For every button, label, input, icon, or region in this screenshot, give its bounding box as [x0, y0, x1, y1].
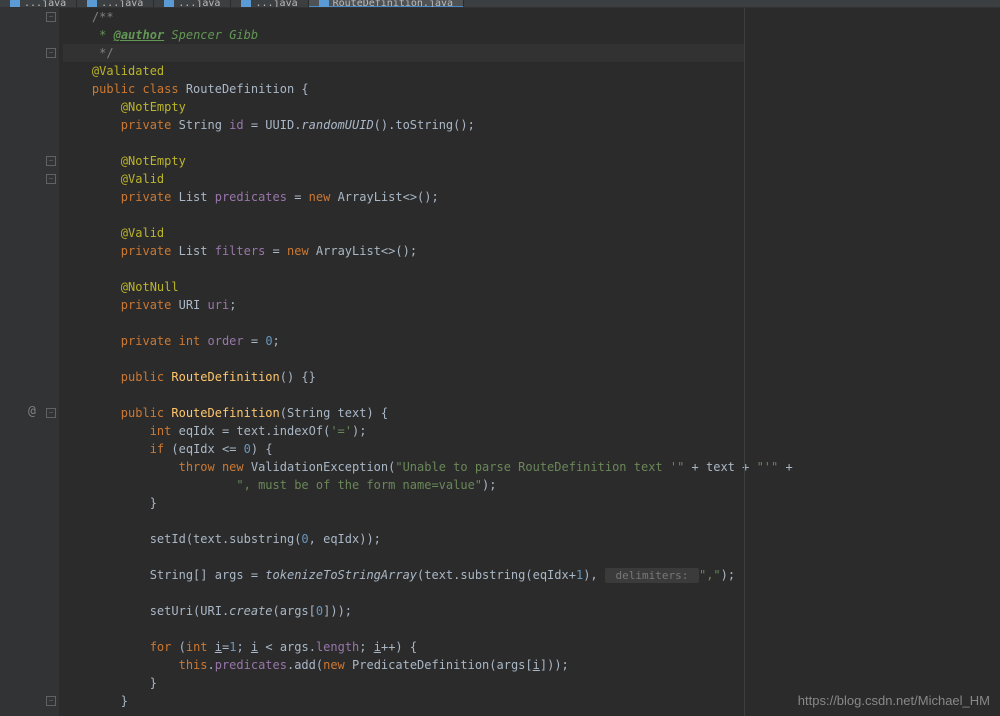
line-gutter — [0, 8, 45, 716]
code-line[interactable] — [63, 620, 744, 638]
code-line[interactable] — [63, 134, 744, 152]
code-line[interactable]: private List predicates = new ArrayList<… — [63, 188, 744, 206]
code-line[interactable]: } — [63, 494, 744, 512]
code-line[interactable]: this.predicates.add(new PredicateDefinit… — [63, 656, 744, 674]
tab-file[interactable]: ...java — [154, 0, 231, 7]
fold-toggle-icon[interactable]: − — [46, 12, 56, 22]
code-line[interactable] — [63, 548, 744, 566]
code-line[interactable] — [63, 350, 744, 368]
code-line[interactable]: * @author Spencer Gibb — [63, 26, 744, 44]
code-line[interactable]: setUri(URI.create(args[0])); — [63, 602, 744, 620]
code-line[interactable]: public RouteDefinition(String text) { — [63, 404, 744, 422]
right-margin-line — [744, 8, 745, 716]
code-line[interactable]: private List filters = new ArrayList<>()… — [63, 242, 744, 260]
tab-file[interactable]: ...java — [0, 0, 77, 7]
code-line[interactable] — [63, 386, 744, 404]
code-line[interactable] — [63, 584, 744, 602]
code-line[interactable]: if (eqIdx <= 0) { — [63, 440, 744, 458]
code-line[interactable]: /** — [63, 8, 744, 26]
code-editor[interactable]: − − − − − − /** * @author Spencer Gibb */ @Va… — [0, 8, 1000, 716]
code-line[interactable]: @NotEmpty — [63, 152, 744, 170]
code-line[interactable]: setId(text.substring(0, eqIdx)); — [63, 530, 744, 548]
java-icon — [164, 0, 174, 8]
code-line[interactable]: private int order = 0; — [63, 332, 744, 350]
fold-toggle-icon[interactable]: − — [46, 48, 56, 58]
tab-file[interactable]: ...java — [77, 0, 154, 7]
code-line[interactable]: int eqIdx = text.indexOf('='); — [63, 422, 744, 440]
code-line[interactable]: public class RouteDefinition { — [63, 80, 744, 98]
code-line[interactable]: ", must be of the form name=value"); — [63, 476, 744, 494]
code-area[interactable]: /** * @author Spencer Gibb */ @Validated… — [59, 8, 744, 716]
watermark-text: https://blog.csdn.net/Michael_HM — [798, 693, 990, 708]
code-line[interactable]: @Valid — [63, 170, 744, 188]
fold-toggle-icon[interactable]: − — [46, 408, 56, 418]
fold-toggle-icon[interactable]: − — [46, 696, 56, 706]
override-gutter-icon[interactable]: @ — [28, 404, 36, 419]
code-line[interactable] — [63, 260, 744, 278]
java-icon — [319, 0, 329, 8]
fold-toggle-icon[interactable]: − — [46, 174, 56, 184]
fold-toggle-icon[interactable]: − — [46, 156, 56, 166]
code-line[interactable]: throw new ValidationException("Unable to… — [63, 458, 744, 476]
java-icon — [10, 0, 20, 8]
code-line[interactable]: public RouteDefinition() {} — [63, 368, 744, 386]
code-line[interactable]: } — [63, 674, 744, 692]
code-line[interactable] — [63, 512, 744, 530]
tab-file[interactable]: ...java — [231, 0, 308, 7]
code-line[interactable]: } — [63, 692, 744, 710]
java-icon — [87, 0, 97, 8]
code-line[interactable]: @Valid — [63, 224, 744, 242]
code-line[interactable] — [63, 206, 744, 224]
code-line[interactable] — [63, 314, 744, 332]
code-line[interactable]: */ — [63, 44, 744, 62]
tab-active[interactable]: RouteDefinition.java — [309, 0, 464, 8]
fold-column: − − − − − − — [45, 8, 59, 716]
code-line[interactable]: private URI uri; — [63, 296, 744, 314]
code-line[interactable]: @NotEmpty — [63, 98, 744, 116]
java-icon — [241, 0, 251, 8]
code-line[interactable]: @Validated — [63, 62, 744, 80]
editor-tabs: ...java ...java ...java ...java RouteDef… — [0, 0, 1000, 8]
code-line[interactable]: String[] args = tokenizeToStringArray(te… — [63, 566, 744, 584]
code-line[interactable]: for (int i=1; i < args.length; i++) { — [63, 638, 744, 656]
code-line[interactable]: private String id = UUID.randomUUID().to… — [63, 116, 744, 134]
code-line[interactable]: @NotNull — [63, 278, 744, 296]
